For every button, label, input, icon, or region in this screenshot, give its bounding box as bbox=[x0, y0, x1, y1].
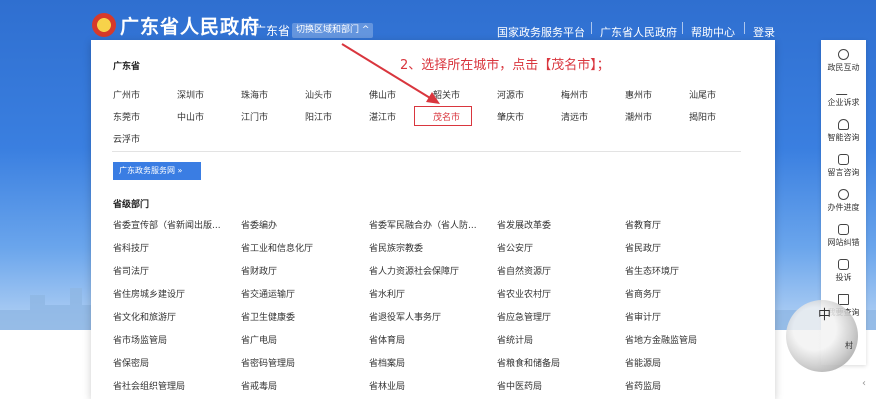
red-arrow-annotation bbox=[341, 43, 440, 104]
sidebar-item-interaction[interactable]: 政民互动 bbox=[821, 49, 866, 73]
mascot-label: 村 bbox=[845, 341, 853, 350]
window-error-icon bbox=[838, 224, 849, 235]
complaint-icon bbox=[838, 259, 849, 270]
sidebar-item-error-report[interactable]: 网站纠错 bbox=[821, 224, 866, 248]
mascot-char: 中 bbox=[818, 308, 832, 323]
sidebar-item-enterprise[interactable]: 企业诉求 bbox=[821, 84, 866, 108]
headset-icon bbox=[838, 119, 849, 130]
message-icon bbox=[838, 154, 849, 165]
pencil-icon bbox=[835, 84, 852, 95]
sidebar-item-progress[interactable]: 办件进度 bbox=[821, 189, 866, 213]
close-icon[interactable]: ‹ bbox=[862, 378, 866, 389]
sidebar-item-complaint[interactable]: 投诉 bbox=[821, 259, 866, 283]
clock-icon bbox=[838, 189, 849, 200]
sidebar-item-smart-consult[interactable]: 智能咨询 bbox=[821, 119, 866, 143]
truck-icon bbox=[838, 294, 849, 305]
chat-bubble-icon bbox=[838, 49, 849, 60]
sidebar-item-message[interactable]: 留言咨询 bbox=[821, 154, 866, 178]
